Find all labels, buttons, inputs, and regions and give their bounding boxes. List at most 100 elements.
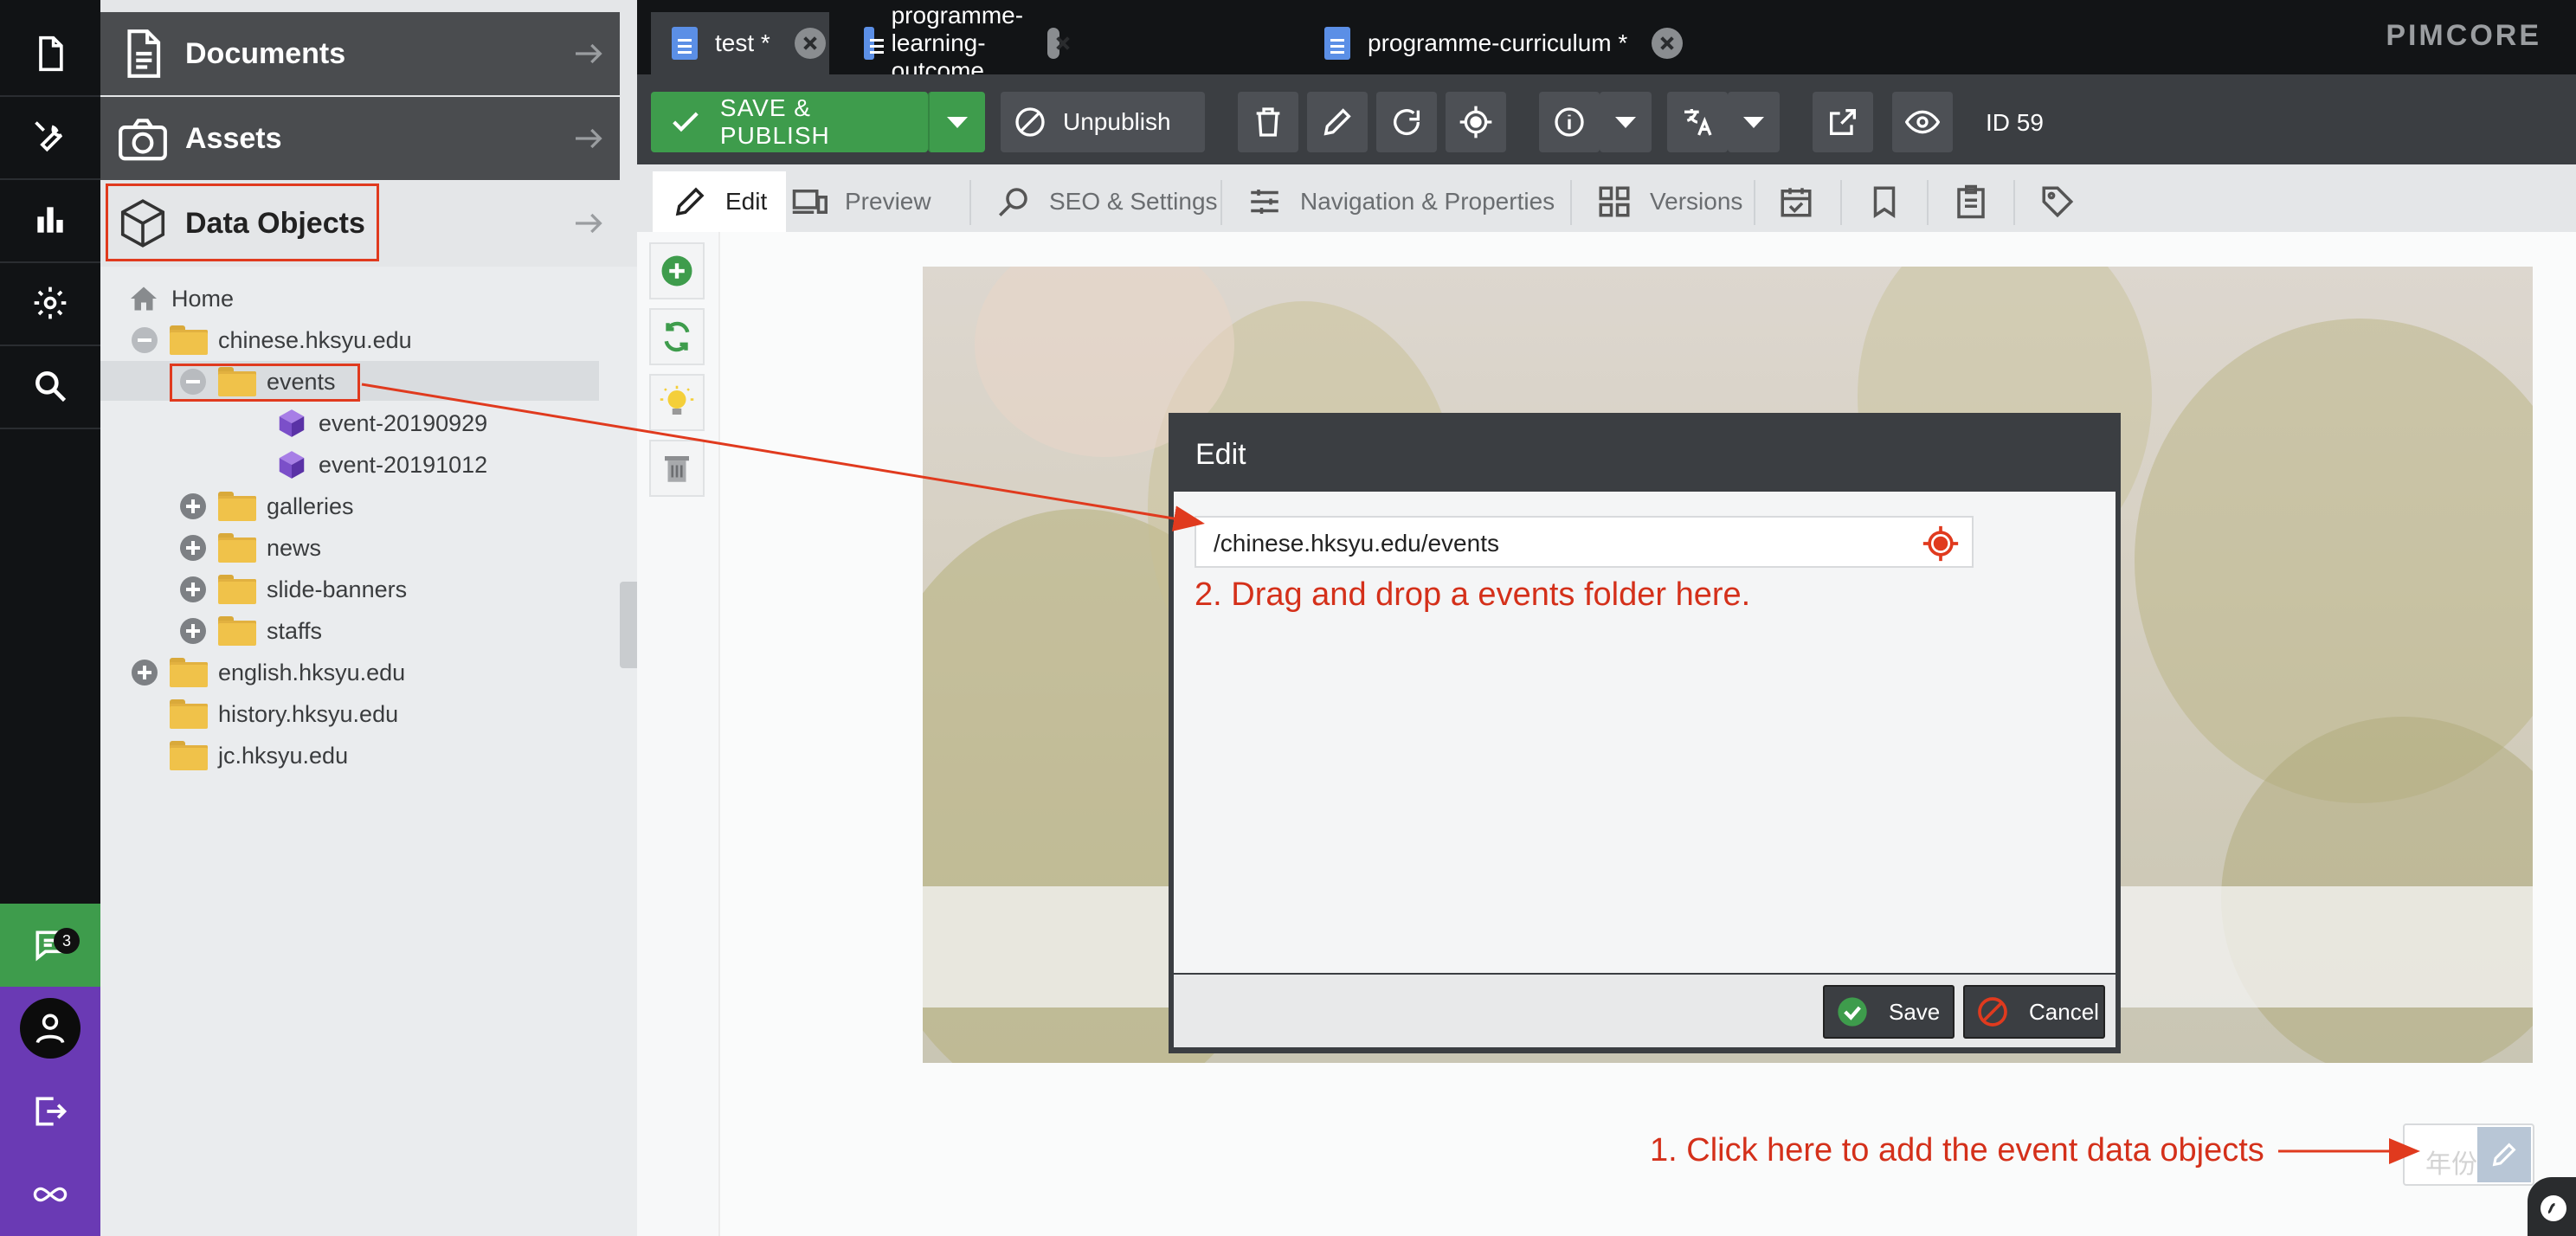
close-icon[interactable] bbox=[1652, 28, 1684, 59]
home-icon bbox=[131, 286, 157, 311]
tree-node-galleries[interactable]: galleries bbox=[180, 486, 354, 526]
accordion-documents[interactable]: Documents bbox=[100, 12, 620, 95]
expand-icon[interactable] bbox=[180, 618, 206, 644]
info-icon bbox=[1555, 107, 1584, 137]
settings-nav[interactable] bbox=[0, 261, 100, 344]
arrow-right-icon[interactable] bbox=[571, 36, 606, 71]
expand-icon[interactable] bbox=[180, 576, 206, 602]
wrench-icon bbox=[35, 121, 63, 152]
locate-in-tree-button[interactable] bbox=[1446, 92, 1506, 152]
edit-relations-button[interactable] bbox=[2477, 1127, 2531, 1182]
tab-bookmark[interactable] bbox=[1852, 171, 1916, 232]
info-dropdown[interactable] bbox=[1600, 92, 1652, 152]
user-profile-button[interactable] bbox=[0, 987, 100, 1070]
translate-button[interactable] bbox=[1667, 92, 1728, 152]
add-area-button[interactable] bbox=[649, 242, 705, 299]
tab-tags[interactable] bbox=[2025, 171, 2090, 232]
tab-navigation-properties[interactable]: Navigation & Properties bbox=[1227, 171, 1574, 232]
expand-icon[interactable] bbox=[132, 660, 158, 686]
panel-collapse-handle[interactable] bbox=[620, 582, 637, 668]
search-nav[interactable] bbox=[0, 344, 100, 428]
rename-button[interactable] bbox=[1307, 92, 1368, 152]
calendar-check-icon bbox=[1781, 188, 1812, 217]
tab-seo-settings[interactable]: SEO & Settings bbox=[976, 171, 1237, 232]
tab-preview[interactable]: Preview bbox=[772, 171, 950, 232]
trash-area-button[interactable] bbox=[649, 440, 705, 497]
tree-node-slide-banners[interactable]: slide-banners bbox=[180, 570, 407, 609]
edit-dialog: Edit /chinese.hksyu.edu/events Save Canc… bbox=[1169, 413, 2121, 1053]
editor-subtabs: Edit Preview SEO & Settings Navigation &… bbox=[637, 164, 2576, 232]
tab-notes[interactable] bbox=[1939, 171, 2003, 232]
open-in-new-window-button[interactable] bbox=[1813, 92, 1873, 152]
seo-search-icon bbox=[999, 188, 1027, 216]
tree-node-event-20191012[interactable]: event-20191012 bbox=[275, 445, 487, 485]
tree-node-news[interactable]: news bbox=[180, 528, 321, 568]
crosshair-target-icon[interactable] bbox=[1922, 525, 1960, 563]
documents-nav[interactable] bbox=[0, 12, 100, 95]
tab-programme-curriculum[interactable]: programme-curriculum * bbox=[1304, 12, 1684, 74]
document-icon bbox=[864, 27, 884, 60]
reload-area-button[interactable] bbox=[649, 308, 705, 365]
tree-node-staffs[interactable]: staffs bbox=[180, 611, 322, 651]
chevron-down-icon bbox=[1615, 116, 1636, 128]
bookmark-icon bbox=[1873, 186, 1896, 219]
collapse-icon[interactable] bbox=[132, 327, 158, 353]
save-publish-button[interactable]: SAVE & PUBLISH bbox=[651, 92, 928, 152]
tree-node-english[interactable]: english.hksyu.edu bbox=[132, 653, 405, 692]
analytics-nav[interactable] bbox=[0, 178, 100, 261]
tree-node-event-20190929[interactable]: event-20190929 bbox=[275, 403, 487, 443]
tab-test[interactable]: test * bbox=[651, 12, 829, 74]
check-circle-icon bbox=[1838, 997, 1867, 1027]
folder-icon bbox=[170, 699, 208, 729]
unpublish-button[interactable]: Unpublish bbox=[1001, 92, 1205, 152]
close-icon[interactable] bbox=[794, 28, 826, 59]
dialog-body: /chinese.hksyu.edu/events bbox=[1174, 492, 2116, 973]
reload-button[interactable] bbox=[1376, 92, 1437, 152]
tab-schedule[interactable] bbox=[1764, 171, 1828, 232]
tab-label: test * bbox=[715, 29, 770, 56]
tab-versions[interactable]: Versions bbox=[1577, 171, 1761, 232]
save-button[interactable]: Save bbox=[1823, 985, 1955, 1039]
pencil-icon bbox=[1323, 108, 1351, 136]
accordion-assets[interactable]: Assets bbox=[100, 97, 620, 180]
notifications-button[interactable] bbox=[0, 904, 100, 987]
camera-icon bbox=[119, 119, 167, 161]
tools-nav[interactable] bbox=[0, 95, 100, 178]
annotation-highlight-data-objects bbox=[106, 183, 379, 261]
translate-dropdown[interactable] bbox=[1728, 92, 1780, 152]
chevron-down-icon bbox=[1743, 116, 1764, 128]
relations-field-widget[interactable]: 年份 bbox=[2403, 1123, 2534, 1186]
document-tabbar: test * programme-learning-outcome progra… bbox=[637, 0, 2576, 84]
preview-eye-button[interactable] bbox=[1892, 92, 1953, 152]
arrow-right-icon[interactable] bbox=[571, 206, 606, 241]
tab-programme-learning-outcome[interactable]: programme-learning-outcome bbox=[843, 2, 1059, 84]
tree-node-jc[interactable]: jc.hksyu.edu bbox=[170, 736, 348, 776]
arrow-right-icon[interactable] bbox=[571, 121, 606, 156]
plus-circle-icon bbox=[661, 255, 692, 286]
tree-node-home[interactable]: Home bbox=[126, 279, 234, 319]
expand-icon[interactable] bbox=[180, 535, 206, 561]
tree-node-label: galleries bbox=[267, 492, 354, 519]
save-publish-dropdown[interactable] bbox=[928, 92, 985, 152]
cancel-button[interactable]: Cancel bbox=[1963, 985, 2105, 1039]
refresh-icon bbox=[1394, 109, 1420, 136]
search-icon bbox=[35, 371, 67, 402]
tab-label: Edit bbox=[725, 188, 768, 215]
hints-button[interactable] bbox=[649, 374, 705, 431]
delete-button[interactable] bbox=[1238, 92, 1298, 152]
document-toolbar: SAVE & PUBLISH Unpublish ID 59 bbox=[637, 74, 2576, 164]
annotation-highlight-events bbox=[170, 364, 360, 402]
close-icon[interactable] bbox=[1047, 28, 1059, 59]
pencil-icon bbox=[675, 187, 705, 216]
tab-edit[interactable]: Edit bbox=[653, 171, 787, 232]
folder-icon bbox=[218, 575, 256, 604]
relation-drop-field[interactable]: /chinese.hksyu.edu/events bbox=[1195, 516, 1974, 568]
logout-button[interactable] bbox=[0, 1070, 100, 1153]
relation-field-value: /chinese.hksyu.edu/events bbox=[1214, 530, 1499, 557]
folder-icon bbox=[170, 658, 208, 687]
tree-node-chinese[interactable]: chinese.hksyu.edu bbox=[132, 320, 412, 360]
expand-icon[interactable] bbox=[180, 493, 206, 519]
info-button[interactable] bbox=[1539, 92, 1600, 152]
tree-node-history[interactable]: history.hksyu.edu bbox=[170, 694, 398, 734]
symfony-toolbar-toggle[interactable] bbox=[2528, 1177, 2576, 1236]
